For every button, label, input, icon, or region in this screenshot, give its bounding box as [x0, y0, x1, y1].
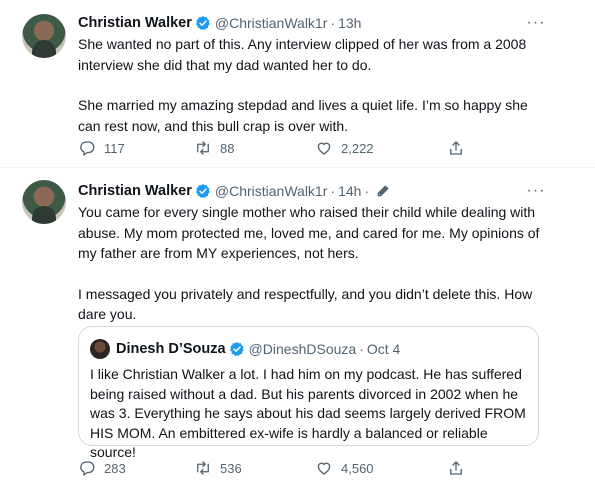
- reply-button[interactable]: 117: [78, 138, 125, 158]
- tweet-actions: 283 536 4,560: [70, 458, 490, 478]
- verified-badge-icon: [195, 184, 210, 199]
- tweet-text: She wanted no part of this. Any intervie…: [78, 34, 548, 136]
- quote-text: I like Christian Walker a lot. I had him…: [90, 366, 526, 460]
- more-icon[interactable]: ···: [524, 15, 548, 32]
- retweet-button[interactable]: 88: [194, 138, 234, 158]
- reply-button[interactable]: 283: [78, 458, 126, 478]
- tweet-paragraph: You came for every single mother who rai…: [78, 204, 540, 261]
- reply-icon: [80, 461, 95, 477]
- quote-author-name[interactable]: Dinesh D’Souza: [116, 341, 226, 357]
- quote-avatar[interactable]: [90, 339, 110, 359]
- retweet-button[interactable]: 536: [194, 458, 242, 478]
- retweet-icon: [197, 141, 209, 155]
- like-count: 2,222: [341, 140, 374, 156]
- tweet-actions: 117 88 2,222: [70, 138, 490, 158]
- tweet-paragraph: She married my amazing stepdad and lives…: [78, 97, 528, 134]
- avatar[interactable]: [22, 14, 66, 58]
- share-button[interactable]: [447, 458, 473, 478]
- author-handle[interactable]: @ChristianWalk1r: [215, 15, 328, 31]
- avatar[interactable]: [22, 180, 66, 224]
- quoted-tweet[interactable]: Dinesh D’Souza @DineshDSouza · Oct 4 I l…: [78, 326, 539, 460]
- like-button[interactable]: 4,560: [315, 458, 374, 478]
- tweet-header: Christian Walker @ChristianWalk1r · 14h …: [78, 181, 391, 201]
- tweet[interactable]: Christian Walker @ChristianWalk1r · 13h …: [0, 0, 595, 168]
- tweet[interactable]: Christian Walker @ChristianWalk1r · 14h …: [0, 168, 595, 496]
- timestamp[interactable]: 14h: [338, 183, 361, 199]
- retweet-count: 88: [220, 140, 235, 156]
- reply-icon: [80, 141, 95, 157]
- edit-pencil-icon[interactable]: [375, 183, 391, 199]
- separator-dot: ·: [359, 341, 364, 357]
- separator-dot: ·: [364, 183, 370, 199]
- author-handle[interactable]: @ChristianWalk1r: [215, 183, 328, 199]
- quote-author-handle[interactable]: @DineshDSouza: [249, 341, 357, 357]
- reply-count: 283: [104, 460, 126, 476]
- tweet-header: Christian Walker @ChristianWalk1r · 13h: [78, 13, 361, 33]
- share-icon: [450, 461, 462, 475]
- heart-icon: [317, 142, 331, 155]
- tweet-paragraph: I messaged you privately and respectfull…: [78, 285, 533, 323]
- verified-badge-icon: [195, 16, 210, 31]
- timestamp[interactable]: 13h: [338, 15, 361, 31]
- tweet-paragraph: She wanted no part of this. Any intervie…: [78, 36, 527, 73]
- like-count: 4,560: [341, 460, 374, 476]
- reply-count: 117: [104, 140, 125, 156]
- quote-timestamp[interactable]: Oct 4: [367, 341, 400, 357]
- verified-badge-icon: [229, 342, 244, 357]
- more-icon[interactable]: ···: [524, 183, 548, 200]
- timeline: Christian Walker @ChristianWalk1r · 13h …: [0, 0, 595, 496]
- share-button[interactable]: [447, 138, 473, 158]
- like-button[interactable]: 2,222: [315, 138, 374, 158]
- share-icon: [450, 141, 462, 155]
- separator-dot: ·: [330, 15, 336, 31]
- author-name[interactable]: Christian Walker: [78, 183, 192, 199]
- quote-header: Dinesh D’Souza @DineshDSouza · Oct 4: [116, 339, 400, 359]
- separator-dot: ·: [330, 183, 336, 199]
- author-name[interactable]: Christian Walker: [78, 15, 192, 31]
- retweet-icon: [197, 461, 209, 475]
- tweet-text: You came for every single mother who rai…: [78, 202, 548, 325]
- retweet-count: 536: [220, 460, 242, 476]
- heart-icon: [317, 462, 331, 475]
